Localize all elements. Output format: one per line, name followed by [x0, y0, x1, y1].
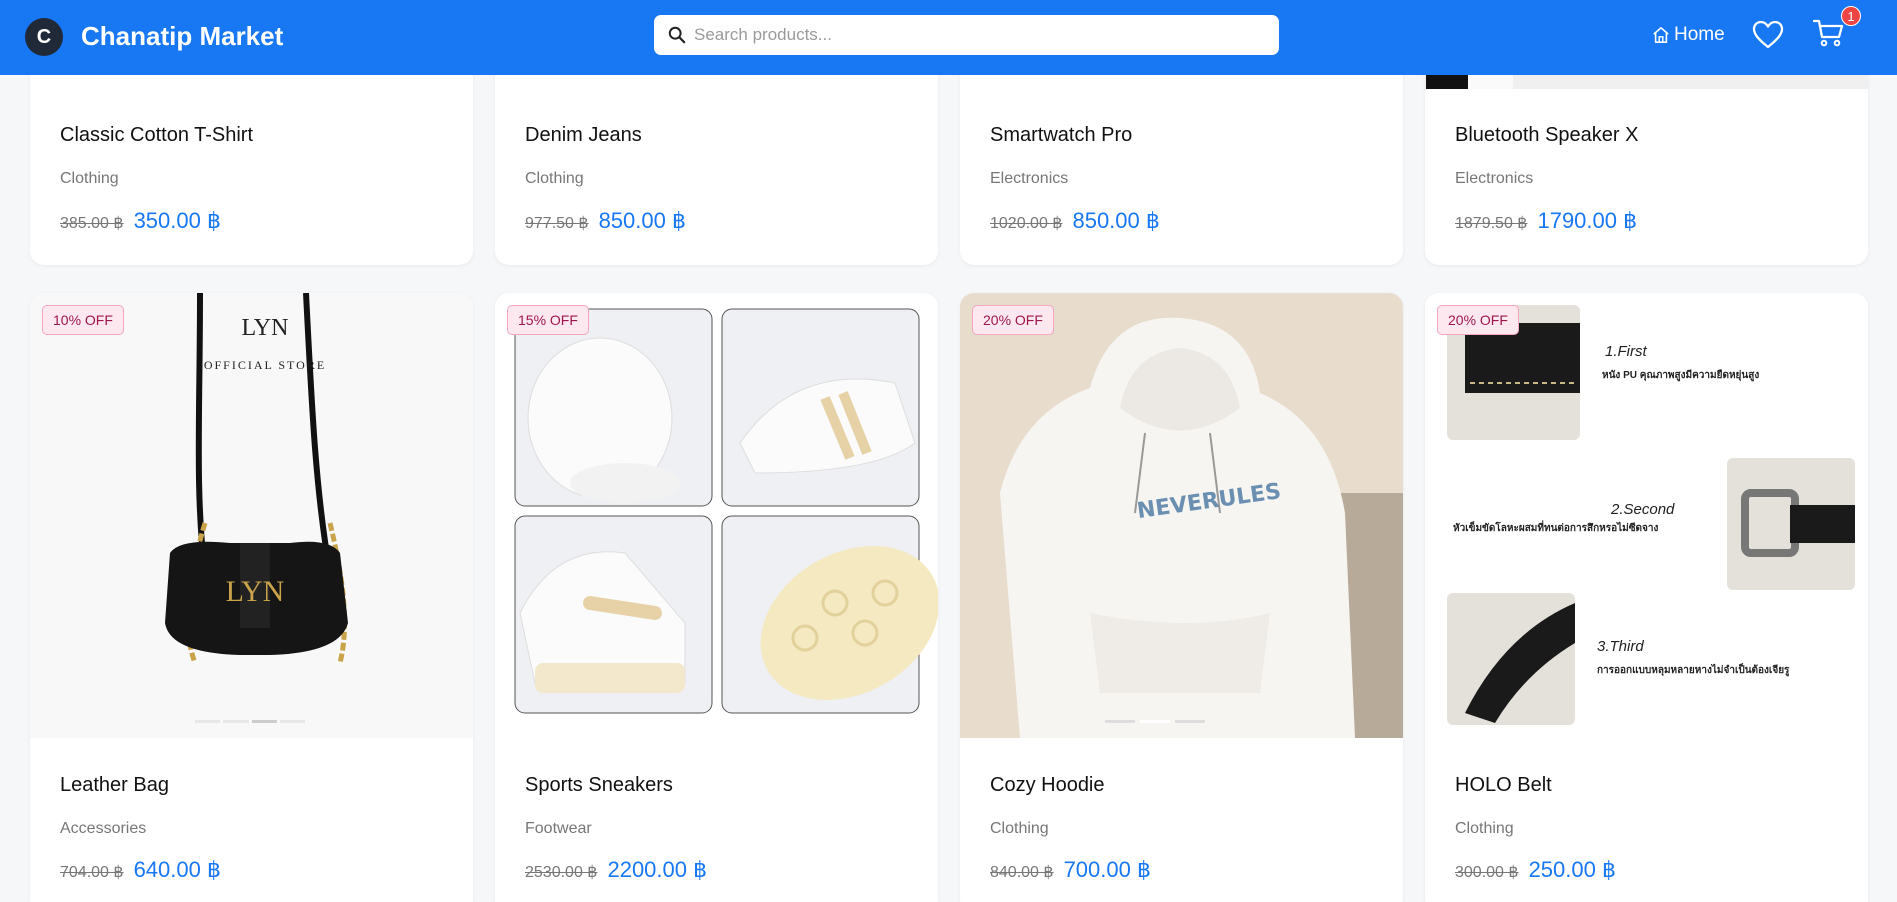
product-category: Clothing	[60, 170, 119, 187]
home-label: Home	[1674, 24, 1725, 45]
top-navbar: C Chanatip Market Home 1	[0, 0, 1897, 75]
logo-icon[interactable]: C	[25, 18, 63, 56]
bag-store-text: OFFICIAL STORE	[203, 358, 327, 372]
belt-step2: 2.Second	[1611, 501, 1675, 518]
original-price: 2530.00 ฿	[525, 864, 598, 881]
product-category: Clothing	[525, 170, 584, 187]
product-card-belt[interactable]: 1.First หนัง PU คุณภาพสูงมีความยืดหยุ่นส…	[1425, 293, 1868, 902]
original-price: 300.00 ฿	[1455, 864, 1519, 881]
belt-desc1: หนัง PU คุณภาพสูงมีความยืดหยุ่นสูง	[1602, 370, 1760, 381]
cart-count-badge: 1	[1841, 6, 1861, 26]
product-image[interactable]: 1.First หนัง PU คุณภาพสูงมีความยืดหยุ่นส…	[1425, 293, 1868, 738]
image-carousel-dots[interactable]	[195, 720, 305, 723]
product-image[interactable]: LYN LYN OFFICIAL STORE	[30, 293, 473, 738]
product-card-sneakers[interactable]: 15% OFF Sports Sneakers Footwear 2530.00…	[495, 293, 938, 902]
sale-price: 700.00 ฿	[1063, 857, 1151, 882]
sale-price: 250.00 ฿	[1528, 857, 1616, 882]
product-card-leather-bag[interactable]: LYN LYN OFFICIAL STORE 10% OFF Leather B…	[30, 293, 473, 902]
belt-step1: 1.First	[1605, 343, 1647, 360]
product-category: Clothing	[990, 820, 1049, 837]
product-category: Electronics	[1455, 170, 1534, 187]
home-link[interactable]: Home	[1652, 24, 1725, 46]
belt-desc3: การออกแบบหลุมหลายหางไม่จำเป็นต้องเจียรู	[1597, 665, 1790, 676]
product-image[interactable]: NEVERULES	[960, 293, 1403, 738]
cart-icon[interactable]	[1813, 18, 1845, 48]
product-image[interactable]	[495, 293, 938, 738]
discount-badge: 20% OFF	[1437, 305, 1519, 335]
belt-step3: 3.Third	[1597, 638, 1644, 655]
product-name[interactable]: Sports Sneakers	[525, 774, 673, 797]
product-name[interactable]: Classic Cotton T-Shirt	[60, 124, 253, 147]
discount-badge: 20% OFF	[972, 305, 1054, 335]
original-price: 1020.00 ฿	[990, 215, 1063, 232]
belt-desc2: หัวเข็มขัดโลหะผสมที่ทนต่อการสึกหรอไม่ซีด…	[1453, 523, 1659, 534]
sale-price: 850.00 ฿	[1072, 208, 1160, 233]
original-price: 1879.50 ฿	[1455, 215, 1528, 232]
search-input[interactable]	[694, 25, 1254, 45]
discount-badge: 10% OFF	[42, 305, 124, 335]
original-price: 385.00 ฿	[60, 215, 124, 232]
sale-price: 1790.00 ฿	[1537, 208, 1638, 233]
heart-icon[interactable]	[1752, 20, 1784, 50]
product-name[interactable]: Leather Bag	[60, 774, 169, 797]
product-category: Accessories	[60, 820, 147, 837]
product-name[interactable]: Smartwatch Pro	[990, 124, 1132, 147]
bag-brand-logo: LYN	[241, 315, 289, 341]
sale-price: 350.00 ฿	[133, 208, 221, 233]
original-price: 840.00 ฿	[990, 864, 1054, 881]
home-icon	[1653, 26, 1669, 44]
original-price: 704.00 ฿	[60, 864, 124, 881]
sale-price: 2200.00 ฿	[607, 857, 708, 882]
product-name[interactable]: Bluetooth Speaker X	[1455, 124, 1638, 147]
discount-badge: 15% OFF	[507, 305, 589, 335]
search-icon	[668, 26, 686, 44]
hoodie-photo: NEVERULES	[960, 293, 1403, 738]
product-name[interactable]: Denim Jeans	[525, 124, 642, 147]
original-price: 977.50 ฿	[525, 215, 589, 232]
product-card-hoodie[interactable]: NEVERULES 20% OFF Cozy Hoodie Clothing 8…	[960, 293, 1403, 902]
product-category: Electronics	[990, 170, 1069, 187]
product-name[interactable]: Cozy Hoodie	[990, 774, 1105, 797]
product-name[interactable]: HOLO Belt	[1455, 774, 1552, 797]
search-bar	[654, 15, 1279, 55]
sneakers-photo	[495, 293, 938, 738]
product-category: Footwear	[525, 820, 592, 837]
sale-price: 850.00 ฿	[598, 208, 686, 233]
product-category: Clothing	[1455, 820, 1514, 837]
svg-text:LYN: LYN	[226, 575, 285, 608]
brand-title[interactable]: Chanatip Market	[81, 21, 283, 52]
sale-price: 640.00 ฿	[133, 857, 221, 882]
